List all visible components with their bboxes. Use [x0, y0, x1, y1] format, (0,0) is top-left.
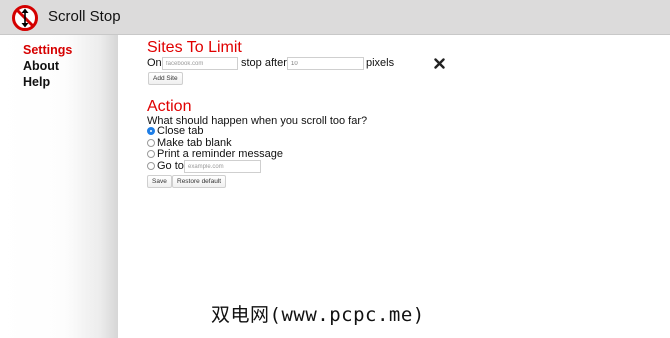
- close-icon[interactable]: [434, 58, 445, 69]
- watermark-text: 双电网(www.pcpc.me): [211, 304, 425, 326]
- pixels-input[interactable]: [287, 57, 364, 70]
- save-button[interactable]: Save: [147, 175, 172, 188]
- pixels-label: pixels: [366, 57, 395, 69]
- no-scroll-icon: [12, 5, 38, 31]
- go-to-url-input[interactable]: [184, 160, 261, 173]
- sidebar-item-settings[interactable]: Settings: [23, 43, 72, 57]
- add-site-button[interactable]: Add Site: [148, 72, 183, 85]
- option-close-tab-label: Close tab: [157, 125, 204, 137]
- radio-make-tab-blank[interactable]: [147, 139, 155, 147]
- sites-section-title: Sites To Limit: [147, 39, 242, 56]
- action-section-title: Action: [147, 98, 192, 115]
- app-title: Scroll Stop: [48, 8, 121, 25]
- restore-default-button[interactable]: Restore default: [172, 175, 227, 188]
- radio-go-to[interactable]: [147, 162, 155, 170]
- radio-close-tab[interactable]: [147, 127, 155, 135]
- sidebar-item-help[interactable]: Help: [23, 75, 50, 89]
- on-label: On: [147, 57, 162, 69]
- sidebar: Settings About Help: [0, 35, 118, 338]
- option-go-to-label: Go to: [157, 160, 184, 172]
- site-input[interactable]: [162, 57, 238, 70]
- app-header: Scroll Stop: [0, 0, 670, 35]
- stop-after-label: stop after: [241, 57, 287, 69]
- sidebar-item-about[interactable]: About: [23, 59, 59, 73]
- option-print-reminder-label: Print a reminder message: [157, 148, 283, 160]
- radio-print-reminder[interactable]: [147, 150, 155, 158]
